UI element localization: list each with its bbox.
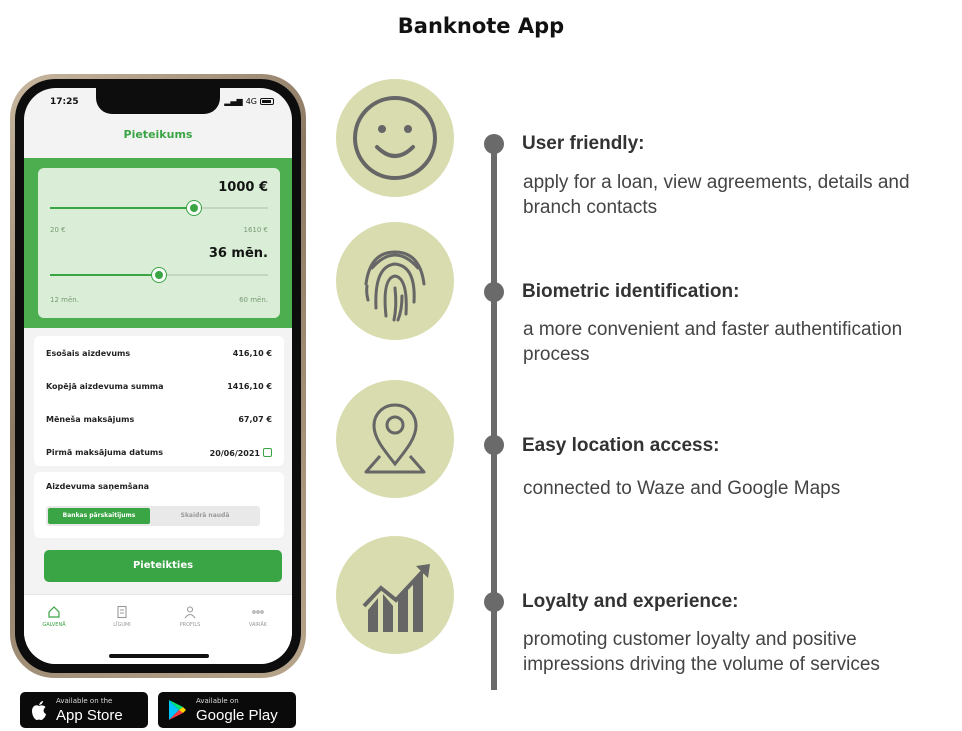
phone-screen: 17:25 ▂▄▆ 4G Pieteikums 1000 € 20 € 1610…: [24, 88, 292, 664]
term-slider-fill: [50, 274, 159, 276]
status-time: 17:25: [50, 97, 79, 107]
feature-title: Biometric identification:: [522, 281, 740, 302]
info-row: Kopējā aizdevuma summa 1416,10 €: [46, 382, 272, 391]
term-slider[interactable]: [50, 268, 268, 282]
home-indicator: [109, 654, 209, 658]
amount-slider-thumb[interactable]: [187, 201, 201, 215]
tab-agreements[interactable]: LĪGUMI: [92, 605, 152, 628]
loan-slider-card: 1000 € 20 € 1610 € 36 mēn. 12 mēn. 60 mē…: [38, 168, 280, 318]
more-icon: [252, 610, 264, 614]
fingerprint-icon: [364, 250, 426, 322]
feature-title: Loyalty and experience:: [522, 591, 739, 612]
tab-more[interactable]: VAIRĀK: [228, 605, 288, 628]
apple-icon: [32, 701, 46, 720]
feature-icon-circle: [336, 79, 454, 197]
amount-max: 1610 €: [243, 226, 269, 234]
location-pin-icon: [364, 403, 426, 474]
growth-chart-icon: [362, 564, 430, 632]
amount-slider[interactable]: [50, 201, 268, 215]
timeline-dot: [484, 282, 504, 302]
feature-icon-circle: [336, 380, 454, 498]
google-play-icon: [169, 700, 186, 720]
tab-profile[interactable]: PROFILS: [160, 605, 220, 628]
term-min: 12 mēn.: [50, 296, 79, 304]
battery-icon: [260, 98, 274, 105]
feature-title: User friendly:: [522, 133, 645, 154]
timeline-dot: [484, 134, 504, 154]
receive-method-title: Aizdevuma saņemšana: [46, 482, 150, 491]
receive-method-card: Aizdevuma saņemšana Bankas pārskaitījums…: [34, 472, 284, 538]
user-icon: [184, 606, 196, 619]
receive-method-toggle: Bankas pārskaitījums Skaidrā naudā: [46, 506, 260, 526]
feature-icon-circle: [336, 222, 454, 340]
feature-description: promoting customer loyalty and positive …: [523, 629, 880, 675]
home-icon: [48, 606, 60, 618]
apply-button[interactable]: Pieteikties: [44, 550, 282, 582]
document-icon: [117, 605, 127, 619]
feature-description: connected to Waze and Google Maps: [523, 478, 841, 499]
feature-description: apply for a loan, view agreements, detai…: [523, 172, 910, 218]
feature-description: a more convenient and faster authentific…: [523, 319, 903, 365]
phone-bezel: 17:25 ▂▄▆ 4G Pieteikums 1000 € 20 € 1610…: [15, 79, 301, 673]
timeline-dot: [484, 592, 504, 612]
app-store-badge[interactable]: Available on the App Store: [20, 692, 148, 728]
amount-min: 20 €: [50, 226, 66, 234]
tab-home[interactable]: GALVENĀ: [24, 605, 84, 628]
status-bar-right: ▂▄▆ 4G: [224, 97, 274, 106]
info-row: Esošais aizdevums 416,10 €: [46, 349, 272, 358]
receive-option-cash[interactable]: Skaidrā naudā: [152, 508, 258, 524]
page-title: Banknote App: [397, 14, 565, 38]
info-row-date[interactable]: Pirmā maksājuma datums 20/06/2021: [46, 448, 272, 458]
info-row: Mēneša maksājums 67,07 €: [46, 415, 272, 424]
amount-value: 1000 €: [218, 180, 268, 195]
term-value: 36 mēn.: [208, 246, 268, 261]
receive-option-bank-transfer[interactable]: Bankas pārskaitījums: [48, 508, 150, 524]
tab-bar: GALVENĀ LĪGUMI PROFILS VAIRĀK: [24, 594, 292, 664]
feature-title: Easy location access:: [522, 435, 720, 456]
phone-mockup: 17:25 ▂▄▆ 4G Pieteikums 1000 € 20 € 1610…: [10, 74, 306, 678]
calendar-icon[interactable]: [263, 448, 272, 457]
signal-icon: ▂▄▆: [224, 97, 243, 106]
timeline-dot: [484, 435, 504, 455]
loan-info-card: Esošais aizdevums 416,10 € Kopējā aizdev…: [34, 336, 284, 466]
term-max: 60 mēn.: [239, 296, 268, 304]
smiley-icon: [353, 96, 437, 180]
amount-slider-fill: [50, 207, 194, 209]
network-label: 4G: [245, 97, 257, 106]
app-header-title: Pieteikums: [123, 128, 193, 141]
phone-notch: [96, 88, 220, 114]
feature-icon-circle: [336, 536, 454, 654]
google-play-badge[interactable]: Available on Google Play: [158, 692, 296, 728]
term-slider-thumb[interactable]: [152, 268, 166, 282]
